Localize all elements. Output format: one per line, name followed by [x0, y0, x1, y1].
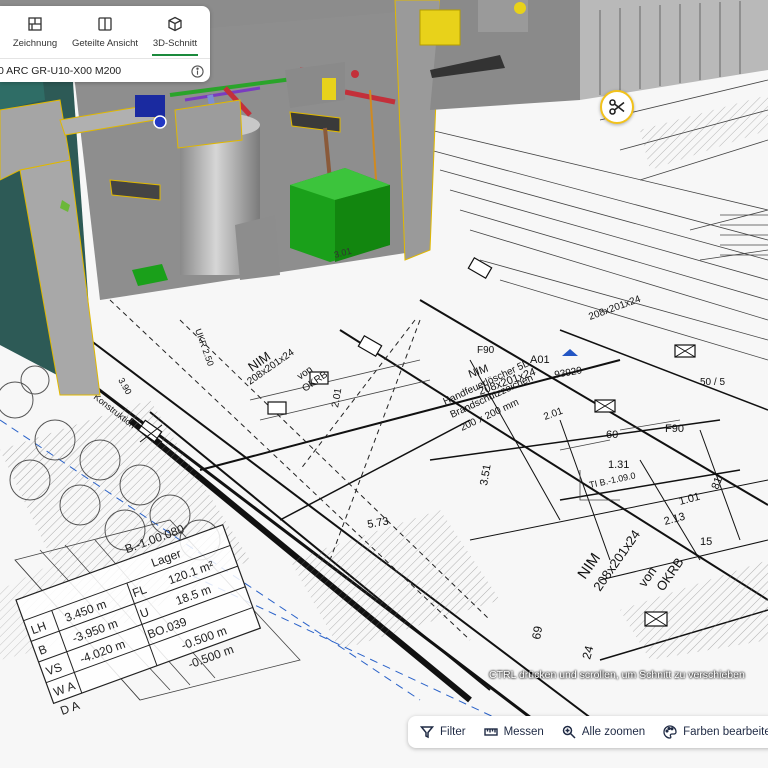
plan-label: 60 [606, 429, 618, 441]
tab-drawing[interactable]: Zeichnung [0, 6, 70, 58]
palette-icon [663, 725, 677, 739]
plan-label: A01 [530, 354, 550, 366]
tab-label: Zeichnung [12, 37, 58, 49]
tab-label: 3D-Schnitt [152, 37, 198, 49]
3d-section-viewport[interactable]: NIM 208x201x24 von OKRB NIM 208x201x24 2… [0, 0, 768, 768]
zoom-all-label: Alle zoomen [581, 726, 646, 738]
zoom-all-button[interactable]: Alle zoomen [562, 725, 645, 739]
filter-button[interactable]: Filter [420, 725, 466, 739]
scroll-hint: CTRL drücken und scrollen, um Schnitt zu… [489, 669, 745, 681]
plan-label: 1.31 [608, 459, 629, 471]
measure-button[interactable]: Messen [483, 725, 544, 739]
split-view-icon [98, 16, 112, 31]
model-selector[interactable]: 0 ARC GR-U10-X00 M200 [0, 58, 210, 83]
plan-label: 50 / 5 [700, 377, 725, 388]
measure-label: Messen [503, 726, 544, 738]
section-cut-handle[interactable] [600, 90, 634, 124]
plan-label: F90 [477, 345, 495, 356]
drawing-icon [28, 16, 42, 31]
cube-icon [168, 16, 182, 31]
model-name: 0 ARC GR-U10-X00 M200 [0, 65, 122, 77]
filter-icon [420, 726, 434, 739]
model-scene[interactable]: NIM 208x201x24 von OKRB NIM 208x201x24 2… [0, 0, 768, 768]
filter-label: Filter [440, 726, 466, 738]
zoom-icon [562, 725, 576, 739]
plan-label: 15 [700, 536, 712, 548]
tab-split-view[interactable]: Geteilte Ansicht [70, 6, 140, 58]
plan-label: F90 [665, 423, 684, 435]
info-icon[interactable] [191, 64, 204, 78]
edit-colors-label: Farben bearbeiten [683, 726, 768, 738]
tab-3d-section[interactable]: 3D-Schnitt [140, 6, 210, 58]
scissors-icon [609, 99, 625, 115]
view-mode-panel: Zeichnung Geteilte Ansicht 3D-Schnitt 0 … [0, 6, 210, 82]
plan-label: 69 [529, 625, 545, 641]
ruler-icon [483, 728, 498, 736]
edit-colors-button[interactable]: Farben bearbeiten [663, 725, 768, 739]
tab-label: Geteilte Ansicht [71, 37, 138, 49]
bottom-toolbar: Filter Messen Alle zoomen Farben bearbei… [408, 716, 768, 748]
